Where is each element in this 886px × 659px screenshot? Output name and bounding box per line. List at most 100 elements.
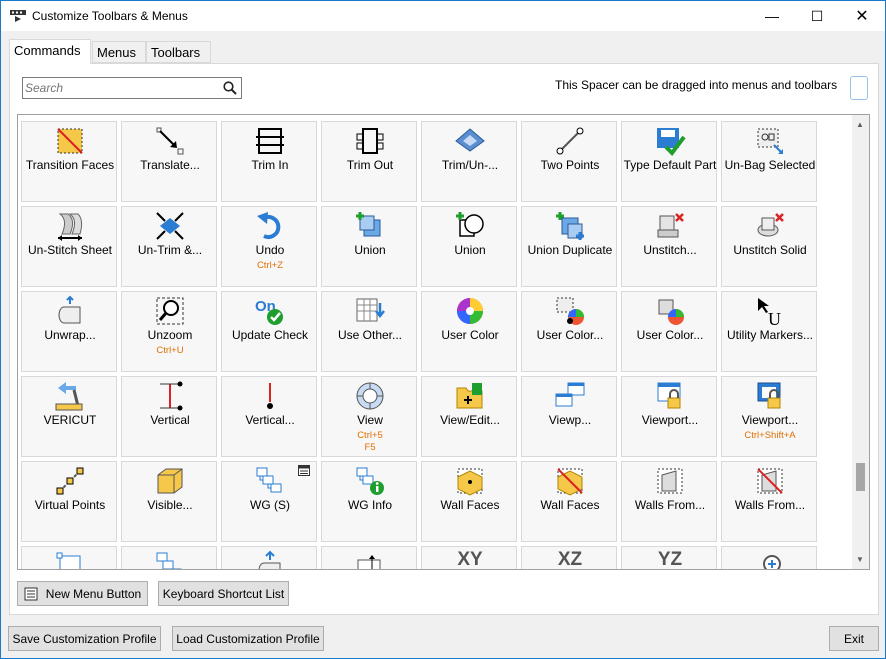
command-tile[interactable]: User Color... [521, 291, 617, 372]
command-tile[interactable]: VERICUT [21, 376, 117, 457]
yz-icon: YZ [657, 549, 683, 570]
untrim-icon [156, 212, 184, 240]
use-other-icon [356, 298, 385, 322]
viewport-lock-icon [657, 382, 681, 409]
command-tile[interactable] [321, 546, 417, 569]
command-shortcut: Ctrl+U [156, 345, 184, 356]
command-tile[interactable]: Wall Faces [421, 461, 517, 542]
search-icon[interactable] [223, 81, 237, 95]
view-edit-icon [456, 383, 483, 409]
command-tile[interactable]: User Color... [621, 291, 717, 372]
command-label: Wall Faces [440, 498, 500, 512]
search-input[interactable] [25, 80, 215, 96]
user-color-sel-icon [556, 297, 584, 325]
command-tile[interactable] [21, 546, 117, 569]
command-label: Unstitch... [643, 243, 697, 257]
command-tile[interactable]: Vertical... [221, 376, 317, 457]
command-label: Union [454, 243, 486, 257]
command-tile[interactable]: Undo Ctrl+Z [221, 206, 317, 287]
command-tile[interactable]: Walls From... [721, 461, 817, 542]
command-tile[interactable]: U Utility Markers... [721, 291, 817, 372]
save-profile-button[interactable]: Save Customization Profile [8, 626, 161, 651]
command-tile[interactable]: Unzoom Ctrl+U [121, 291, 217, 372]
command-tile[interactable]: Union [321, 206, 417, 287]
command-tile[interactable]: Walls From... [621, 461, 717, 542]
scrollbar-thumb[interactable] [856, 463, 865, 491]
command-tile[interactable]: Un-Bag Selected [721, 121, 817, 202]
command-label: Utility Markers... [726, 328, 813, 342]
command-tile[interactable]: Unwrap... [21, 291, 117, 372]
command-tile[interactable] [721, 546, 817, 569]
vertical-icon [160, 381, 183, 411]
command-tile[interactable]: XZ [521, 546, 617, 569]
spacer-hint: This Spacer can be dragged into menus an… [555, 78, 838, 92]
command-tile[interactable]: Trim In [221, 121, 317, 202]
vertical-scrollbar[interactable]: ▲ ▼ [852, 115, 869, 569]
command-tile[interactable]: Translate... [121, 121, 217, 202]
command-tile[interactable]: Trim/Un-... [421, 121, 517, 202]
tab-toolbars[interactable]: Toolbars [146, 41, 211, 63]
viewports-icon [555, 382, 585, 407]
command-tile[interactable]: Wall Faces [521, 461, 617, 542]
command-tile[interactable]: Union [421, 206, 517, 287]
command-tile[interactable]: Viewp... [521, 376, 617, 457]
minimize-button[interactable]: — [749, 1, 795, 31]
command-tile[interactable]: Viewport... Ctrl+Shift+A [721, 376, 817, 457]
command-tile[interactable]: Viewport... [621, 376, 717, 457]
command-label: Unstitch Solid [733, 243, 807, 257]
command-tile[interactable]: View Ctrl+5 F5 [321, 376, 417, 457]
close-button[interactable]: ✕ [839, 1, 885, 31]
command-tile[interactable]: Un-Stitch Sheet [21, 206, 117, 287]
maximize-button[interactable]: ☐ [794, 1, 840, 31]
command-tile[interactable]: Union Duplicate [521, 206, 617, 287]
command-tile[interactable]: Type Default Part [621, 121, 717, 202]
wall-faces-icon [457, 468, 483, 496]
scroll-down-icon[interactable]: ▼ [856, 555, 864, 564]
command-tile[interactable]: Use Other... [321, 291, 417, 372]
command-tile[interactable]: XY [421, 546, 517, 569]
unstitch-solid-icon [757, 213, 784, 237]
menu-icon [24, 587, 38, 600]
command-tile[interactable]: User Color [421, 291, 517, 372]
tab-menus[interactable]: Menus [92, 41, 146, 63]
command-label: User Color... [536, 328, 604, 342]
new-menu-button[interactable]: New Menu Button [17, 581, 148, 606]
window-title: Customize Toolbars & Menus [32, 9, 188, 23]
trim-out-icon [356, 128, 384, 154]
command-tile[interactable] [121, 546, 217, 569]
command-tile[interactable]: WG (S) [221, 461, 317, 542]
view-icon [356, 382, 384, 410]
command-label: Virtual Points [34, 498, 106, 512]
load-profile-button[interactable]: Load Customization Profile [172, 626, 324, 651]
command-label: Union [354, 243, 386, 257]
vericut-icon [55, 382, 83, 411]
vertical-line-icon [267, 383, 273, 409]
command-tile[interactable]: On Update Check [221, 291, 317, 372]
spacer-drag-handle[interactable] [850, 76, 868, 100]
unwrap-icon [58, 295, 81, 324]
command-tile[interactable]: YZ [621, 546, 717, 570]
command-tile[interactable]: Unstitch Solid [721, 206, 817, 287]
command-label: Use Other... [337, 328, 403, 342]
tab-commands[interactable]: Commands [9, 39, 91, 64]
command-tile[interactable]: Two Points [521, 121, 617, 202]
scroll-up-icon[interactable]: ▲ [856, 120, 864, 129]
command-tile[interactable]: WG Info [321, 461, 417, 542]
command-tile[interactable]: Virtual Points [21, 461, 117, 542]
union-duplicate-icon [556, 212, 584, 240]
command-tile[interactable]: Vertical [121, 376, 217, 457]
command-shortcut: Ctrl+Shift+A [744, 430, 796, 441]
row6-a-icon [56, 552, 81, 569]
command-tile[interactable]: Visible... [121, 461, 217, 542]
exit-button[interactable]: Exit [829, 626, 879, 651]
command-tile[interactable]: Un-Trim &... [121, 206, 217, 287]
search-box[interactable] [22, 77, 242, 99]
command-tile[interactable]: Unstitch... [621, 206, 717, 287]
command-tile[interactable] [221, 546, 317, 569]
keyboard-shortcut-list-button[interactable]: Keyboard Shortcut List [158, 581, 289, 606]
title-bar[interactable]: Customize Toolbars & Menus — ☐ ✕ [1, 1, 885, 31]
command-tile[interactable]: Trim Out [321, 121, 417, 202]
command-label: Trim In [251, 158, 289, 172]
command-tile[interactable]: View/Edit... [421, 376, 517, 457]
command-tile[interactable]: Transition Faces [21, 121, 117, 202]
